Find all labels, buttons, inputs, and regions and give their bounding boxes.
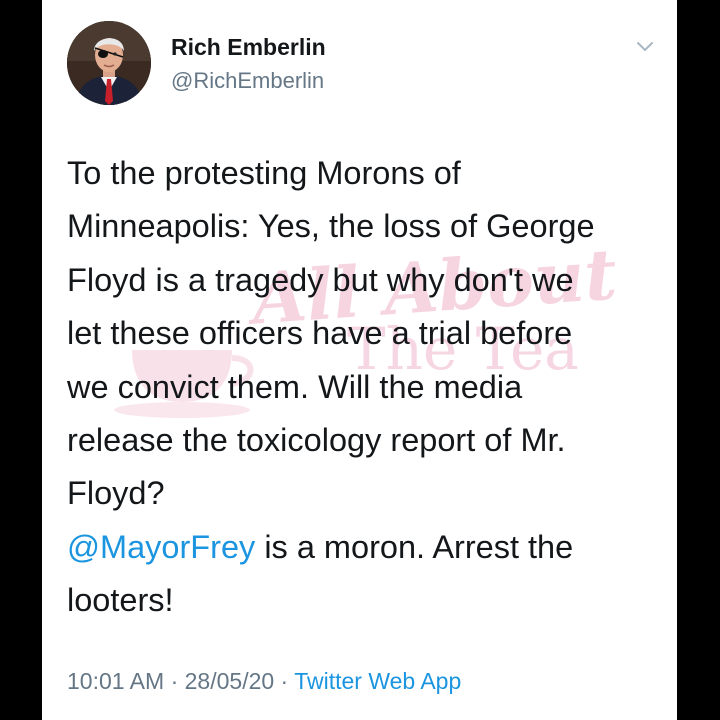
tweet-metadata: 10:01 AM · 28/05/20 · Twitter Web App xyxy=(67,668,461,695)
tweet-text: To the protesting Morons of Minneapolis:… xyxy=(67,147,657,628)
tweet-source-link[interactable]: Twitter Web App xyxy=(294,668,461,694)
display-name[interactable]: Rich Emberlin xyxy=(171,34,326,61)
tweet-line: release the toxicology report of Mr. xyxy=(67,422,566,459)
tweet-line: To the protesting Morons of xyxy=(67,155,461,191)
black-frame: Rich Emberlin @RichEmberlin All About Th… xyxy=(0,0,720,720)
user-handle[interactable]: @RichEmberlin xyxy=(171,68,324,94)
tweet-line: we convict them. Will the media xyxy=(67,368,523,405)
tweet-card: Rich Emberlin @RichEmberlin All About Th… xyxy=(42,0,677,720)
tweet-line-rest: is a moron. Arrest the xyxy=(255,528,574,565)
tweet-date[interactable]: 28/05/20 xyxy=(185,668,275,694)
tweet-line-mention: @MayorFrey is a moron. Arrest the xyxy=(67,521,657,574)
tweet-line: Floyd? xyxy=(67,475,165,512)
separator-dot: · xyxy=(274,668,295,694)
separator-dot: · xyxy=(164,668,185,694)
avatar-photo xyxy=(67,21,151,105)
tweet-line: let these officers have a trial before xyxy=(67,315,573,352)
tweet-line: looters! xyxy=(67,582,174,619)
tweet-time[interactable]: 10:01 AM xyxy=(67,668,164,694)
chevron-down-icon[interactable] xyxy=(635,40,655,54)
avatar[interactable] xyxy=(67,21,151,105)
mention-link[interactable]: @MayorFrey xyxy=(67,529,255,565)
tweet-line: Minneapolis: Yes, the loss of George xyxy=(67,208,595,245)
tweet-line: Floyd is a tragedy but why don't we xyxy=(67,261,574,298)
